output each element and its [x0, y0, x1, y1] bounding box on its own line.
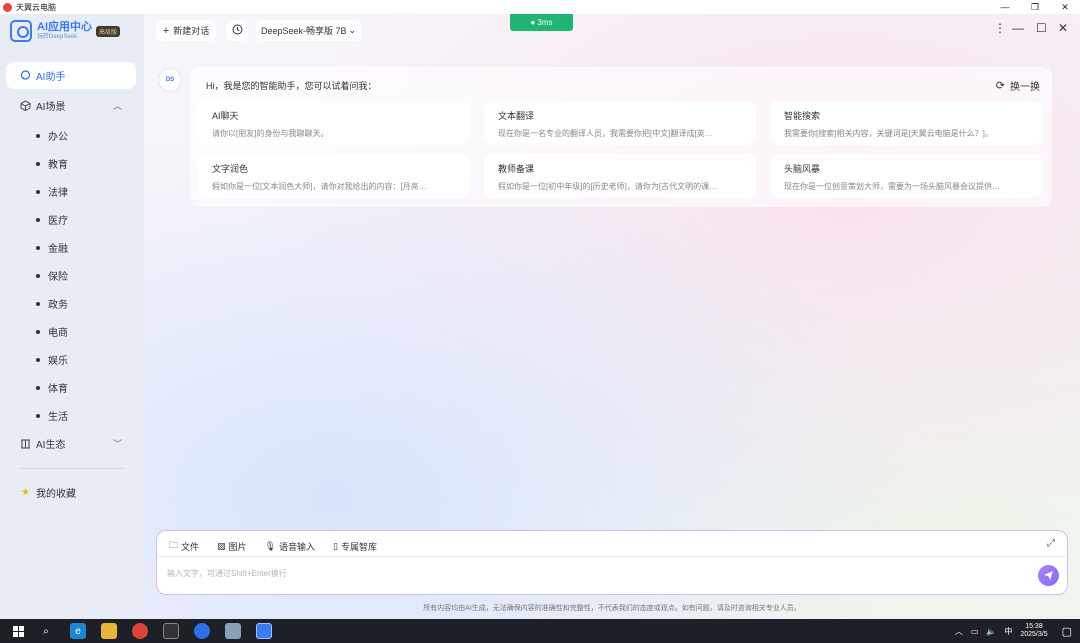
send-button[interactable] — [1038, 565, 1059, 586]
window-title: 天翼云电脑 — [16, 2, 56, 12]
browser-icon[interactable] — [194, 623, 210, 639]
main-content: + 新建对话 DeepSeek-畅享版 7B ⌄ ● 3ms ⋮ — ☐ ✕ D… — [144, 14, 1080, 619]
sidebar-item-label: 我的收藏 — [36, 489, 76, 500]
logo-icon — [10, 20, 32, 42]
scene-item-medical[interactable]: 医疗 — [36, 212, 68, 227]
refresh-icon: ⟳ — [995, 80, 1005, 92]
welcome-panel: Hi，我是您的智能助手，您可以试着问我： ⟳ 换一换 AI聊天 请你以[朋友]的… — [190, 67, 1052, 207]
disclaimer-text: 所有内容均由AI生成，无法确保内容的准确性和完整性，不代表我们的态度或观点。如有… — [423, 605, 801, 612]
prompt-card[interactable]: 文字润色 假如你是一位[文本润色大师]，请你对我给出的内容：[月亮… — [198, 154, 470, 198]
new-chat-button[interactable]: + 新建对话 — [156, 20, 216, 41]
send-icon — [1044, 571, 1053, 580]
chevron-up-icon: ︿ — [112, 101, 122, 111]
scene-item-government[interactable]: 政务 — [36, 296, 68, 311]
cube-icon — [20, 100, 31, 111]
edge-icon[interactable]: e — [70, 623, 86, 639]
maximize-icon[interactable]: ☐ — [1036, 21, 1047, 35]
chevron-up-icon[interactable]: ︿ — [955, 626, 963, 637]
star-icon: ★ — [21, 487, 30, 498]
window-titlebar: 天翼云电脑 — ❐ ✕ — [0, 0, 1080, 14]
refresh-button[interactable]: ⟳ 换一换 — [996, 78, 1040, 93]
prompt-card[interactable]: AI聊天 请你以[朋友]的身份与我聊聊天。 — [198, 101, 470, 145]
scene-item-entertainment[interactable]: 娱乐 — [36, 352, 68, 367]
knowledge-base-button[interactable]: ▯ 专属智库 — [333, 538, 377, 554]
minimize-button[interactable]: — — [990, 0, 1020, 14]
chevron-down-icon: ﹀ — [112, 439, 122, 449]
input-toolbar: 🗀 文件 ▧ 图片 🎙 语音输入 ▯ 专属智库 — [169, 538, 395, 554]
scene-item-finance[interactable]: 金融 — [36, 240, 68, 255]
sidebar-item-ai-assistant[interactable]: AI助手 — [6, 62, 136, 89]
windows-taskbar: ⌕ e ︿ ▭ 🔈 中 15:38 2025/3/5 ▢ — [0, 619, 1080, 643]
app-logo-icon — [3, 2, 12, 12]
chrome-icon[interactable] — [132, 623, 148, 639]
volume-icon[interactable]: 🔈 — [986, 627, 996, 636]
scene-item-life[interactable]: 生活 — [36, 408, 68, 423]
upload-image-button[interactable]: ▧ 图片 — [217, 538, 247, 554]
ime-indicator[interactable]: 中 — [1004, 626, 1012, 637]
logo-subtitle: 玩转DeepSeek — [37, 33, 78, 40]
latency-indicator: ● 3ms — [510, 14, 573, 31]
system-tray: ︿ ▭ 🔈 中 15:38 2025/3/5 ▢ — [955, 619, 1080, 643]
prompt-card[interactable]: 头脑风暴 现在你是一位创意策划大师，需要为一场头脑风暴会议提供… — [770, 154, 1042, 198]
notification-icon[interactable]: ▢ — [1062, 625, 1072, 638]
scene-item-insurance[interactable]: 保险 — [36, 268, 68, 283]
scene-item-sports[interactable]: 体育 — [36, 380, 68, 395]
sidebar: AI应用中心 玩转DeepSeek 高级版 AI助手 AI场景 ︿ 办公 教育 … — [0, 14, 144, 619]
sidebar-item-label: AI场景 — [36, 102, 66, 113]
voice-input-button[interactable]: 🎙 语音输入 — [265, 538, 315, 554]
assistant-avatar: DS — [158, 68, 182, 92]
terminal-icon[interactable] — [163, 623, 179, 639]
scene-item-office[interactable]: 办公 — [36, 128, 68, 143]
input-divider — [157, 556, 1067, 557]
image-icon: ▧ — [217, 540, 226, 551]
history-button[interactable] — [226, 20, 248, 41]
close-button[interactable]: ✕ — [1050, 0, 1080, 14]
prompt-card[interactable]: 教师备课 假如你是一位[初中年级]的[历史老师]，请你为[古代文明的课… — [484, 154, 756, 198]
ai-center-taskbar-icon[interactable] — [256, 623, 272, 639]
file-explorer-icon[interactable] — [101, 623, 117, 639]
prompt-card[interactable]: 文本翻译 现在你是一名专业的翻译人员，我需要你把[中文]翻译成[英… — [484, 101, 756, 145]
upload-file-button[interactable]: 🗀 文件 — [169, 538, 199, 554]
sidebar-item-ai-scenes[interactable]: AI场景 ︿ — [6, 92, 136, 119]
search-icon[interactable]: ⌕ — [38, 623, 54, 639]
logo-title: AI应用中心 — [37, 21, 92, 34]
model-select[interactable]: DeepSeek-畅享版 7B ⌄ — [256, 20, 361, 41]
scene-item-law[interactable]: 法律 — [36, 184, 68, 199]
close-icon[interactable]: ✕ — [1058, 21, 1068, 35]
scene-item-ecommerce[interactable]: 电商 — [36, 324, 68, 339]
chat-input-box: 🗀 文件 ▧ 图片 🎙 语音输入 ▯ 专属智库 ⤢ — [156, 530, 1068, 595]
columns-icon — [20, 438, 31, 449]
chat-input[interactable] — [167, 564, 1027, 582]
plus-icon: + — [162, 24, 170, 37]
minimize-icon[interactable]: — — [1012, 21, 1024, 35]
app-logo: AI应用中心 玩转DeepSeek 高级版 — [10, 20, 121, 42]
chat-bubble-icon — [20, 70, 31, 81]
sidebar-item-label: AI生态 — [36, 440, 66, 451]
sidebar-item-favorites[interactable]: ★ 我的收藏 — [6, 479, 136, 506]
prompt-card[interactable]: 智能搜索 我需要你[搜索]相关内容，关键词是[天翼云电脑是什么？]。 — [770, 101, 1042, 145]
start-button[interactable] — [10, 623, 26, 639]
greeting-text: Hi，我是您的智能助手，您可以试着问我： — [206, 81, 377, 91]
sidebar-divider — [20, 468, 124, 469]
sidebar-item-ai-ecosystem[interactable]: AI生态 ﹀ — [6, 430, 136, 457]
app-icon[interactable] — [225, 623, 241, 639]
folder-icon: 🗀 — [169, 540, 179, 550]
chevron-down-icon: ⌄ — [348, 25, 357, 35]
clock-icon — [232, 24, 243, 37]
expand-icon[interactable]: ⤢ — [1047, 538, 1055, 549]
window-controls: — ❐ ✕ — [990, 0, 1080, 14]
clock[interactable]: 15:38 2025/3/5 — [1020, 623, 1047, 639]
book-icon: ▯ — [333, 540, 338, 551]
premium-badge: 高级版 — [96, 25, 121, 37]
restore-button[interactable]: ❐ — [1020, 0, 1050, 14]
shield-icon: ● — [530, 18, 536, 27]
scene-item-education[interactable]: 教育 — [36, 156, 68, 171]
network-icon[interactable]: ▭ — [971, 627, 979, 636]
microphone-icon: 🎙 — [264, 540, 276, 551]
sidebar-item-label: AI助手 — [36, 72, 66, 83]
windows-logo-icon — [12, 625, 24, 637]
more-options-icon[interactable]: ⋮ — [994, 21, 1006, 35]
